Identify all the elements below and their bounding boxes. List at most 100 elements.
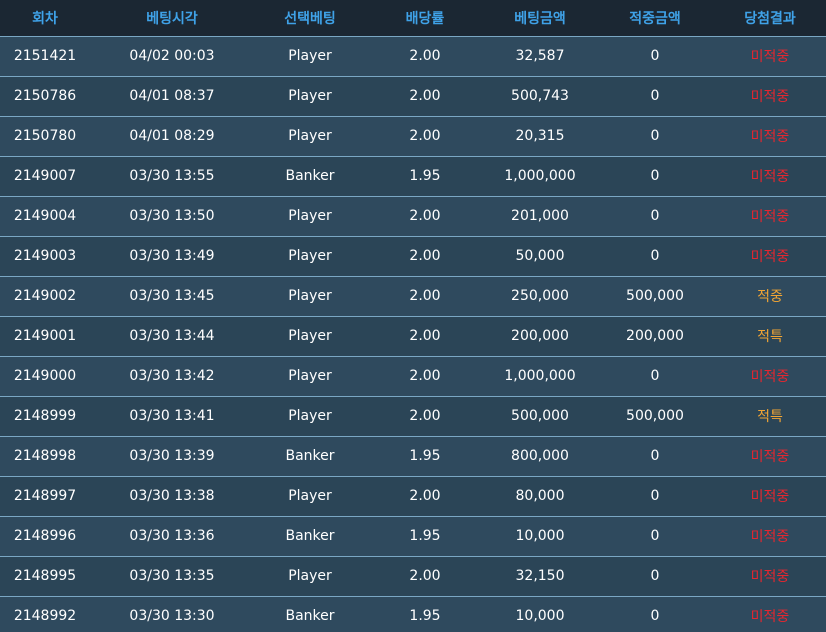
cell-selected-bet: Banker (285, 448, 335, 464)
cell-round: 2150786 (13, 88, 77, 104)
cell-selected-bet: Player (288, 408, 332, 424)
cell-bet-amount: 10,000 (515, 608, 565, 625)
cell-odds: 2.00 (409, 208, 441, 224)
cell-round: 2148997 (13, 488, 77, 504)
table-body: 2151421 04/02 00:03 Player 2.00 32,587 0 미적중 21… (0, 36, 826, 632)
cell-bet-amount: 500,000 (511, 408, 569, 424)
cell-odds: 2.00 (409, 328, 441, 344)
cell-bet-amount: 32,587 (515, 48, 565, 64)
cell-win-amount: 0 (650, 48, 660, 64)
header-odds: 배당률 (405, 10, 445, 27)
cell-round: 2148999 (13, 408, 77, 424)
cell-win-amount: 0 (650, 168, 660, 184)
cell-round: 2149001 (13, 328, 77, 344)
cell-bet-amount: 800,000 (511, 448, 569, 464)
bet-history-table: 회차 베팅시각 선택베팅 배당률 베팅금액 적중금액 당첨결과 2151421 0… (0, 0, 826, 632)
table-row: 2148992 03/30 13:30 Banker 1.95 10,000 0 미적중 (0, 596, 826, 632)
cell-result: 미적중 (750, 169, 790, 185)
cell-selected-bet: Player (288, 48, 332, 64)
cell-bet-time: 03/30 13:30 (129, 608, 215, 625)
cell-round: 2148992 (13, 608, 77, 625)
table-row: 2150786 04/01 08:37 Player 2.00 500,743 0 미적중 (0, 76, 826, 116)
cell-selected-bet: Player (288, 208, 332, 224)
cell-selected-bet: Banker (285, 608, 335, 625)
cell-result: 미적중 (750, 369, 790, 385)
cell-win-amount: 0 (650, 248, 660, 264)
cell-odds: 2.00 (409, 88, 441, 104)
table-row: 2148998 03/30 13:39 Banker 1.95 800,000 0 미적중 (0, 436, 826, 476)
cell-bet-time: 04/01 08:29 (129, 128, 215, 144)
cell-selected-bet: Player (288, 568, 332, 584)
cell-selected-bet: Player (288, 288, 332, 304)
cell-result: 미적중 (750, 209, 790, 225)
cell-round: 2149007 (13, 168, 77, 184)
cell-bet-time: 03/30 13:45 (129, 288, 215, 304)
cell-bet-amount: 80,000 (515, 488, 565, 504)
cell-win-amount: 0 (650, 88, 660, 104)
header-round: 회차 (32, 10, 58, 27)
cell-win-amount: 200,000 (626, 328, 684, 344)
cell-win-amount: 0 (650, 608, 660, 625)
cell-result: 미적중 (750, 129, 790, 145)
table-row: 2150780 04/01 08:29 Player 2.00 20,315 0 미적중 (0, 116, 826, 156)
cell-bet-time: 04/02 00:03 (129, 48, 215, 64)
header-selected-bet: 선택베팅 (284, 10, 336, 27)
cell-round: 2149003 (13, 248, 77, 264)
cell-bet-amount: 1,000,000 (504, 168, 576, 184)
cell-win-amount: 0 (650, 488, 660, 504)
table-row: 2149007 03/30 13:55 Banker 1.95 1,000,000 0 미적… (0, 156, 826, 196)
cell-bet-time: 03/30 13:42 (129, 368, 215, 384)
cell-win-amount: 0 (650, 448, 660, 464)
cell-result: 미적중 (750, 489, 790, 505)
cell-odds: 1.95 (409, 528, 441, 544)
cell-bet-amount: 50,000 (515, 248, 565, 264)
cell-round: 2148995 (13, 568, 77, 584)
table-row: 2148996 03/30 13:36 Banker 1.95 10,000 0 미적중 (0, 516, 826, 556)
header-win-amount: 적중금액 (629, 10, 681, 27)
cell-bet-amount: 250,000 (511, 288, 569, 304)
cell-odds: 2.00 (409, 368, 441, 384)
cell-result: 미적중 (750, 89, 790, 105)
cell-result: 미적중 (750, 49, 790, 65)
cell-result: 미적중 (750, 569, 790, 585)
cell-selected-bet: Player (288, 248, 332, 264)
table-row: 2148999 03/30 13:41 Player 2.00 500,000 500,0… (0, 396, 826, 436)
cell-selected-bet: Player (288, 368, 332, 384)
cell-bet-time: 03/30 13:55 (129, 168, 215, 184)
cell-bet-amount: 200,000 (511, 328, 569, 344)
cell-win-amount: 0 (650, 128, 660, 144)
cell-round: 2149002 (13, 288, 77, 304)
header-result: 당첨결과 (744, 10, 796, 27)
cell-bet-time: 03/30 13:38 (129, 488, 215, 504)
cell-result: 적특 (757, 329, 783, 345)
table-row: 2151421 04/02 00:03 Player 2.00 32,587 0 미적중 (0, 36, 826, 76)
table-header: 회차 베팅시각 선택베팅 배당률 베팅금액 적중금액 당첨결과 (0, 0, 826, 36)
table-row: 2149000 03/30 13:42 Player 2.00 1,000,000 0 미적… (0, 356, 826, 396)
cell-odds: 2.00 (409, 288, 441, 304)
cell-bet-time: 04/01 08:37 (129, 88, 215, 104)
table-row: 2148997 03/30 13:38 Player 2.00 80,000 0 미적중 (0, 476, 826, 516)
cell-round: 2151421 (13, 48, 77, 64)
cell-odds: 2.00 (409, 408, 441, 424)
cell-bet-time: 03/30 13:39 (129, 448, 215, 464)
cell-selected-bet: Player (288, 88, 332, 104)
cell-selected-bet: Banker (285, 528, 335, 544)
cell-odds: 1.95 (409, 168, 441, 184)
cell-round: 2149000 (13, 368, 77, 384)
cell-win-amount: 0 (650, 568, 660, 584)
cell-odds: 1.95 (409, 448, 441, 464)
table-row: 2149001 03/30 13:44 Player 2.00 200,000 200,0… (0, 316, 826, 356)
cell-win-amount: 500,000 (626, 288, 684, 304)
cell-bet-time: 03/30 13:50 (129, 208, 215, 224)
cell-selected-bet: Player (288, 488, 332, 504)
cell-selected-bet: Player (288, 328, 332, 344)
cell-bet-amount: 201,000 (511, 208, 569, 224)
cell-bet-amount: 500,743 (511, 88, 569, 104)
cell-result: 적특 (757, 409, 783, 425)
cell-result: 미적중 (750, 249, 790, 265)
cell-bet-time: 03/30 13:36 (129, 528, 215, 544)
cell-selected-bet: Player (288, 128, 332, 144)
cell-bet-time: 03/30 13:49 (129, 248, 215, 264)
cell-round: 2150780 (13, 128, 77, 144)
cell-odds: 2.00 (409, 128, 441, 144)
